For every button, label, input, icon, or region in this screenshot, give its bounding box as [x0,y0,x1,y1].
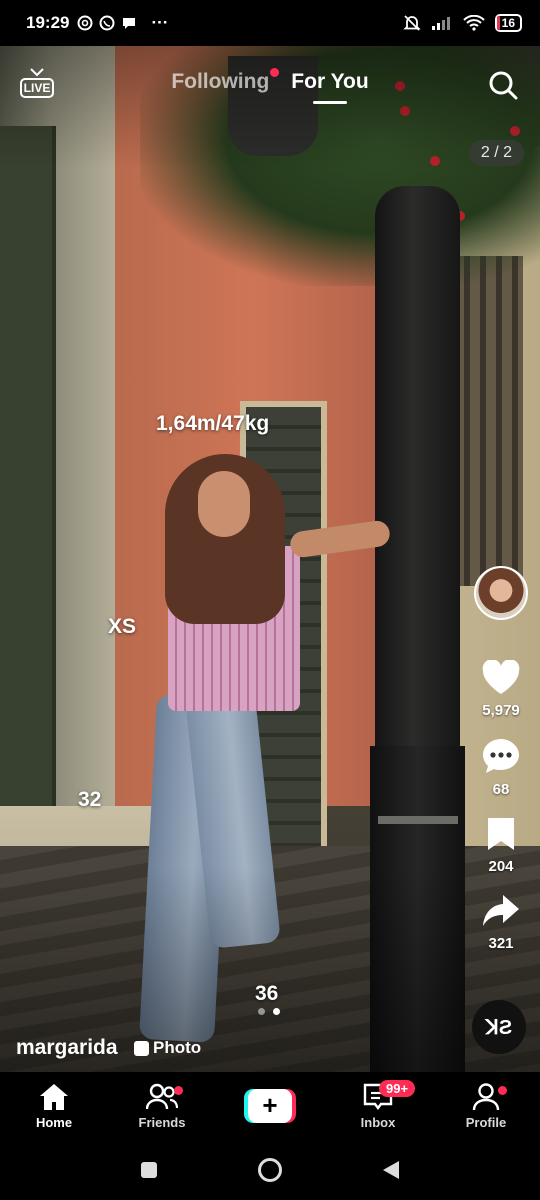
inbox-badge: 99+ [379,1080,416,1097]
status-time: 19:29 [26,13,70,32]
size-shoe-text: 32 [78,788,102,811]
share-arrow-icon [483,895,519,926]
back-triangle-icon[interactable] [381,1159,401,1181]
nav-create[interactable]: + [225,1089,315,1123]
threads-icon [77,15,93,31]
photo-icon [134,1040,149,1056]
slide-dot-active [273,1008,280,1015]
creator-username[interactable]: margarida [16,1036,118,1060]
whatsapp-icon [99,15,115,31]
chat-bubble-icon [123,18,136,29]
save-button[interactable]: 204 [485,816,517,875]
slide-indicator [258,1008,280,1015]
system-nav-bar [0,1140,540,1200]
home-circle-icon[interactable] [257,1157,283,1183]
size-jeans-text: 36 [255,982,279,1005]
home-icon [40,1084,68,1110]
battery-indicator: 16 [494,14,522,32]
bookmark-icon [488,818,514,850]
creator-avatar[interactable] [474,566,528,620]
heart-icon [482,660,520,694]
tab-for-you[interactable]: For You [291,70,368,94]
share-count: 321 [488,935,514,952]
measurements-text: 1,64m/47kg [156,412,270,435]
music-disc-label: ꓘƧ [485,1016,513,1039]
comment-icon [483,739,519,773]
friends-notification-dot [174,1086,183,1095]
feed-tabs: Following For You [0,68,540,94]
mute-bell-icon [402,15,421,31]
profile-notification-dot [498,1086,507,1095]
comment-count: 68 [492,781,510,798]
photo-type-badge: Photo [134,1038,201,1058]
search-icon[interactable] [488,70,518,100]
post-photo[interactable] [0,46,540,1072]
comment-button[interactable]: 68 [481,737,521,798]
friends-icon [146,1083,178,1110]
size-top-text: XS [108,615,137,638]
wifi-icon [462,15,485,31]
nav-profile[interactable]: Profile [441,1082,531,1130]
action-rail: 5,979 68 204 321 [472,566,530,952]
like-count: 5,979 [482,702,520,719]
profile-icon [472,1083,500,1111]
tab-following[interactable]: Following [171,68,280,94]
following-new-dot [270,68,280,77]
bottom-nav: Home Friends + 99+ Inbox Profile [0,1072,540,1140]
music-disc[interactable]: ꓘƧ [472,1000,526,1054]
save-count: 204 [488,858,514,875]
like-button[interactable]: 5,979 [481,660,521,719]
slide-dot [258,1008,265,1015]
recents-square-icon[interactable] [139,1160,159,1180]
nav-friends[interactable]: Friends [117,1082,207,1130]
status-bar: 19:29 ··· 16 [0,0,540,46]
nav-inbox[interactable]: 99+ Inbox [333,1080,423,1130]
status-overflow: ··· [151,13,169,32]
photo-counter: 2 / 2 [468,140,524,166]
nav-home[interactable]: Home [9,1082,99,1130]
share-button[interactable]: 321 [481,893,521,952]
signal-icon [431,17,450,30]
create-plus-icon: + [244,1089,296,1123]
